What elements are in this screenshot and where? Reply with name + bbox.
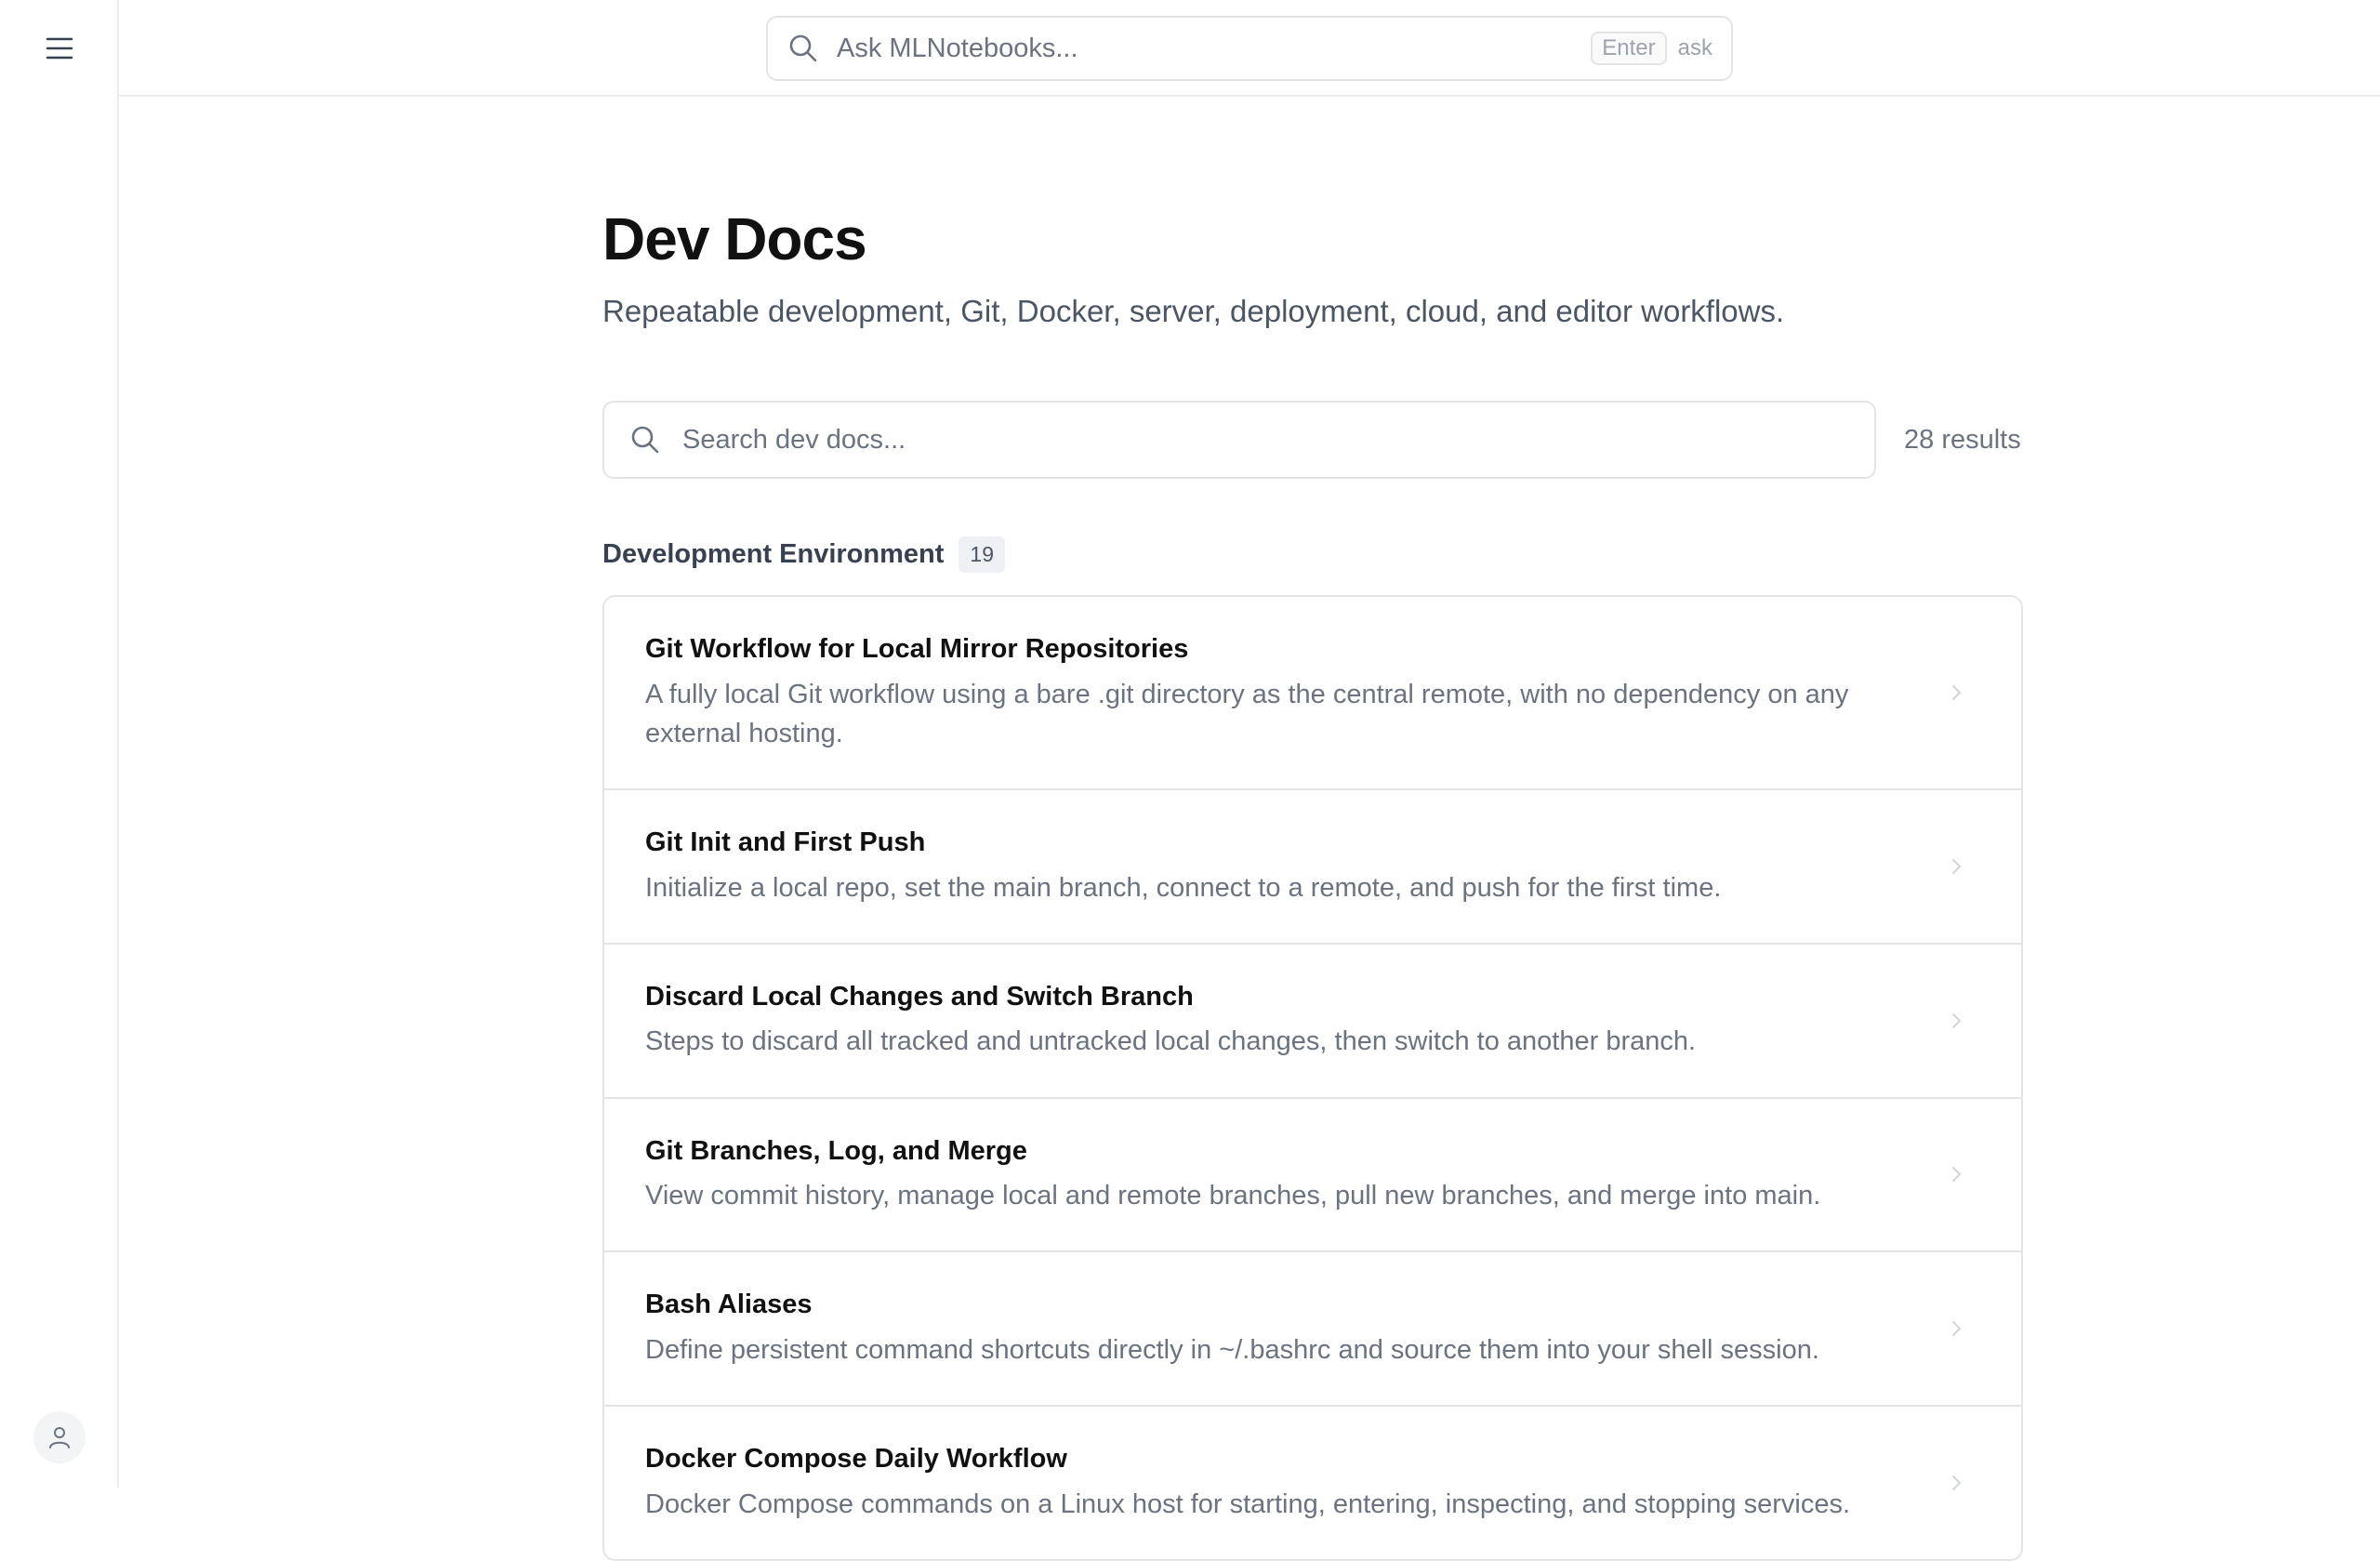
doc-title: Git Branches, Log, and Merge	[645, 1135, 1027, 1166]
user-icon	[49, 1427, 70, 1449]
enter-key-hint: Enter	[1591, 32, 1667, 65]
chevron-right-icon	[1952, 1321, 1961, 1337]
result-count: 28 results	[1904, 424, 2021, 455]
doc-description: Initialize a local repo, set the main br…	[645, 872, 1722, 903]
chevron-right-icon	[1952, 1012, 1961, 1028]
ask-input[interactable]	[835, 32, 1592, 65]
page-title: Dev Docs	[602, 205, 867, 272]
list-item[interactable]: Bash Aliases Define persistent command s…	[604, 1252, 2021, 1407]
search-icon	[789, 34, 817, 62]
doc-title: Git Init and First Push	[645, 827, 926, 858]
docs-search-box[interactable]	[602, 401, 1876, 480]
doc-list: Git Workflow for Local Mirror Repositori…	[602, 595, 2023, 1561]
doc-title: Git Workflow for Local Mirror Repositori…	[645, 634, 1189, 665]
doc-description: A fully local Git workflow using a bare …	[645, 679, 1849, 749]
chevron-right-icon	[1952, 1167, 1961, 1183]
doc-title: Docker Compose Daily Workflow	[645, 1444, 1067, 1474]
section-title: Development Environment	[602, 539, 945, 570]
search-icon	[631, 426, 659, 454]
chevron-right-icon	[1952, 1475, 1961, 1490]
list-item[interactable]: Git Branches, Log, and Merge View commit…	[604, 1098, 2021, 1253]
menu-button[interactable]	[41, 32, 78, 65]
doc-title: Bash Aliases	[645, 1290, 813, 1320]
list-item[interactable]: Discard Local Changes and Switch Branch …	[604, 944, 2021, 1099]
sidebar	[0, 0, 119, 1488]
doc-description: Define persistent command shortcuts dire…	[645, 1334, 1819, 1365]
doc-description: Docker Compose commands on a Linux host …	[645, 1488, 1851, 1519]
doc-title: Discard Local Changes and Switch Branch	[645, 981, 1194, 1012]
page-subtitle: Repeatable development, Git, Docker, ser…	[602, 294, 1785, 329]
doc-description: Steps to discard all tracked and untrack…	[645, 1026, 1697, 1057]
doc-description: View commit history, manage local and re…	[645, 1181, 1821, 1211]
section-header: Development Environment 19	[602, 536, 2023, 574]
chevron-right-icon	[1952, 685, 1961, 701]
list-item[interactable]: Git Init and First Push Initialize a loc…	[604, 790, 2021, 945]
list-item[interactable]: Git Workflow for Local Mirror Repositori…	[604, 597, 2021, 791]
section-count-badge: 19	[959, 536, 1005, 574]
ask-hint-label: ask	[1677, 35, 1712, 60]
main-content: Dev Docs Repeatable development, Git, Do…	[602, 97, 2023, 1561]
search-row: 28 results	[602, 401, 2023, 480]
chevron-right-icon	[1952, 858, 1961, 874]
user-account-button[interactable]	[33, 1411, 86, 1463]
list-item[interactable]: Docker Compose Daily Workflow Docker Com…	[604, 1407, 2021, 1559]
ask-search-box[interactable]: Enter ask	[766, 16, 1733, 81]
menu-icon	[46, 37, 73, 60]
docs-search-input[interactable]	[681, 423, 1850, 456]
topbar: Enter ask	[119, 0, 2380, 97]
